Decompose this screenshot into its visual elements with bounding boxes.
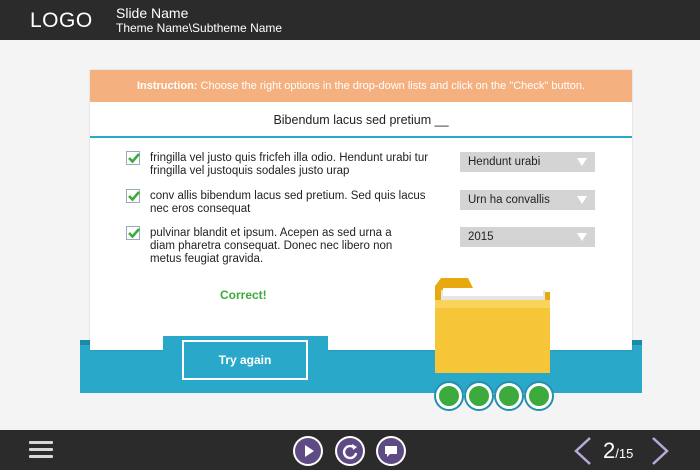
comment-button[interactable] (376, 436, 406, 466)
dropdown-item-1[interactable]: Hendunt urabi (460, 152, 595, 172)
next-arrow-icon[interactable] (650, 436, 670, 466)
menu-icon[interactable] (29, 441, 53, 459)
play-icon (305, 445, 314, 457)
checkmark-icon (128, 191, 140, 202)
replay-button[interactable] (335, 436, 365, 466)
question-text: Bibendum lacus sed pretium __ (90, 102, 632, 138)
replay-icon (342, 444, 358, 460)
dropdown-item-3-value: 2015 (468, 231, 494, 243)
page-total: /15 (615, 446, 634, 461)
progress-dot (436, 383, 462, 409)
instruction-label: Instruction: (136, 80, 198, 92)
dropdown-arrow-icon (577, 158, 587, 166)
checkbox-item-1[interactable] (126, 151, 140, 165)
play-button[interactable] (293, 436, 323, 466)
dropdown-arrow-icon (577, 233, 587, 241)
page-counter: 2/15 (603, 438, 633, 464)
checkmark-icon (128, 153, 140, 164)
dropdown-item-1-value: Hendunt urabi (468, 156, 541, 168)
folder-icon (435, 278, 550, 373)
top-bar: LOGO Slide Name Theme Name\Subtheme Name (0, 0, 700, 40)
speech-bubble-icon (385, 446, 397, 457)
progress-dots (436, 383, 552, 413)
progress-dot (526, 383, 552, 409)
checkbox-item-3[interactable] (126, 226, 140, 240)
progress-dot (466, 383, 492, 409)
logo: LOGO (30, 9, 93, 32)
item-2-text: conv allis bibendum lacus sed pretium. S… (150, 190, 426, 215)
checkmark-icon (128, 228, 140, 239)
dropdown-arrow-icon (577, 196, 587, 204)
instruction-text: Choose the right options in the drop-dow… (200, 80, 586, 92)
instruction-banner: Instruction: Choose the right options in… (90, 70, 632, 102)
feedback-correct: Correct! (220, 288, 267, 302)
checkbox-item-2[interactable] (126, 189, 140, 203)
dropdown-item-3[interactable]: 2015 (460, 227, 595, 247)
try-again-button[interactable]: Try again (182, 340, 308, 380)
page-current: 2 (603, 438, 616, 463)
item-3-text: pulvinar blandit et ipsum. Acepen as sed… (150, 227, 393, 265)
slide-name: Slide Name (116, 5, 189, 21)
progress-dot (496, 383, 522, 409)
theme-name: Theme Name\Subtheme Name (116, 21, 283, 35)
previous-arrow-icon[interactable] (573, 436, 593, 466)
item-1-text: fringilla vel justo quis fricfeh illa od… (150, 152, 429, 177)
dropdown-item-2[interactable]: Urn ha convallis (460, 190, 595, 210)
dropdown-item-2-value: Urn ha convallis (468, 194, 550, 206)
